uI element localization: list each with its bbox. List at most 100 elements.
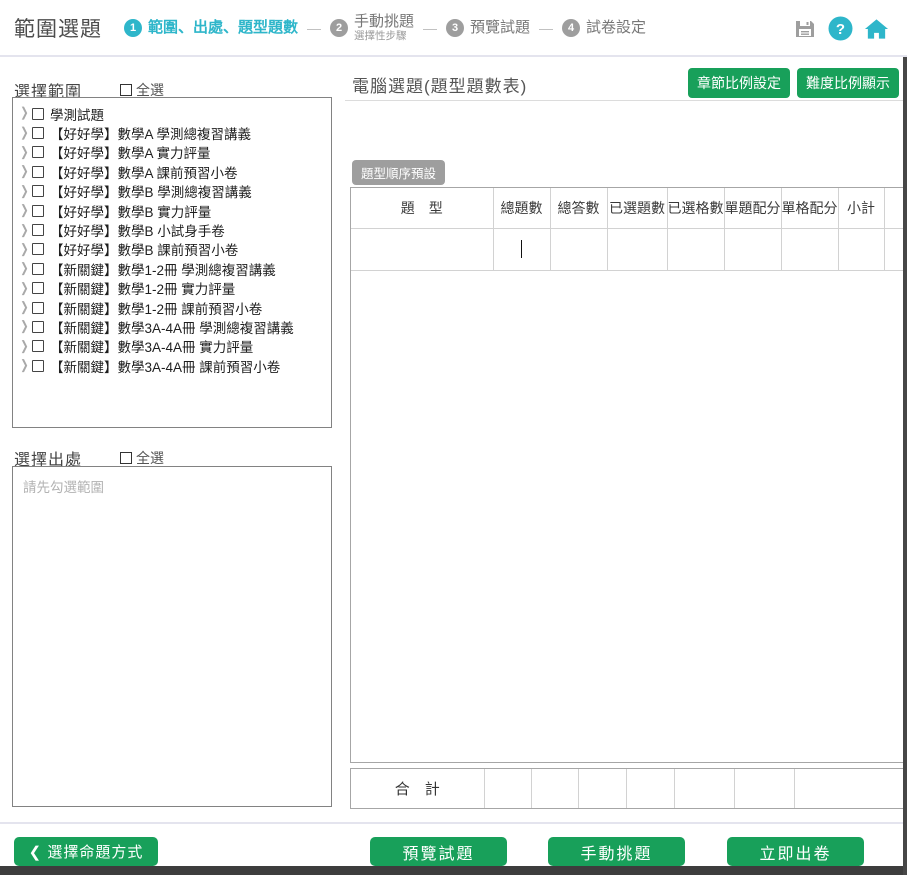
item-checkbox[interactable]: [32, 340, 44, 352]
tree-item[interactable]: ❯ 【好好學】數學A 學測總複習講義: [18, 123, 327, 142]
home-icon[interactable]: [864, 16, 889, 41]
step-sublabel: 選擇性步驟: [354, 30, 414, 42]
column-header: 已選題數: [607, 188, 667, 228]
total-row: 合 計: [351, 769, 906, 808]
tree-item[interactable]: ❯ 【好好學】數學B 小試身手卷: [18, 220, 327, 239]
total-cell: [578, 769, 626, 808]
wizard-step-4[interactable]: 4試卷設定: [562, 19, 646, 37]
tree-item[interactable]: ❯ 【好好學】數學A 實力評量: [18, 143, 327, 162]
preview-questions-button[interactable]: 預覽試題: [370, 837, 507, 866]
help-icon[interactable]: ?: [828, 16, 853, 41]
table-cell[interactable]: [607, 228, 667, 270]
wizard-step-1[interactable]: 1範圍、出處、題型題數: [124, 19, 298, 37]
difficulty-ratio-button[interactable]: 難度比例顯示: [797, 68, 899, 98]
column-header: 總題數: [493, 188, 550, 228]
computer-selection-title: 電腦選題(題型題數表): [352, 72, 527, 97]
table-empty-row: [351, 228, 906, 270]
chevron-right-icon[interactable]: ❯: [18, 281, 31, 295]
table-cell[interactable]: [667, 228, 724, 270]
generate-paper-button[interactable]: 立即出卷: [727, 837, 864, 866]
chevron-right-icon[interactable]: ❯: [18, 223, 31, 237]
tree-item[interactable]: ❯ 【新關鍵】數學1-2冊 學測總複習講義: [18, 259, 327, 278]
chevron-right-icon[interactable]: ❯: [18, 300, 31, 314]
chevron-right-icon[interactable]: ❯: [18, 262, 31, 276]
item-label: 【新關鍵】數學1-2冊 學測總複習講義: [50, 259, 276, 279]
item-checkbox[interactable]: [32, 127, 44, 139]
item-label: 【新關鍵】數學1-2冊 實力評量: [50, 278, 235, 298]
item-label: 【好好學】數學B 實力評量: [50, 201, 211, 221]
chevron-right-icon[interactable]: ❯: [18, 339, 31, 353]
step-labels: 預覽試題: [470, 19, 530, 36]
panel-divider: [345, 100, 903, 101]
step-separator: —: [539, 20, 553, 36]
step-separator: —: [423, 20, 437, 36]
chevron-right-icon[interactable]: ❯: [18, 126, 31, 140]
step-label: 試卷設定: [586, 19, 646, 36]
total-cell: [794, 769, 906, 808]
tree-item[interactable]: ❯ 【好好學】數學A 課前預習小卷: [18, 162, 327, 181]
chevron-right-icon[interactable]: ❯: [18, 203, 31, 217]
table-cell[interactable]: [493, 228, 550, 270]
table-cell[interactable]: [781, 228, 838, 270]
chevron-left-icon: ❮: [29, 844, 43, 861]
item-checkbox[interactable]: [32, 321, 44, 333]
item-checkbox[interactable]: [32, 263, 44, 275]
tree-item[interactable]: ❯ 【新關鍵】數學1-2冊 實力評量: [18, 279, 327, 298]
item-checkbox[interactable]: [32, 205, 44, 217]
save-icon[interactable]: [792, 16, 817, 41]
item-checkbox[interactable]: [32, 166, 44, 178]
text-caret: [521, 240, 523, 258]
footer-bar: ❮ 選擇命題方式 預覽試題 手動挑題 立即出卷: [0, 822, 907, 866]
step-labels: 手動挑題選擇性步驟: [354, 13, 414, 42]
type-order-default-button[interactable]: 題型順序預設: [352, 160, 445, 185]
table-filler: [351, 270, 906, 760]
item-checkbox[interactable]: [32, 243, 44, 255]
item-checkbox[interactable]: [32, 302, 44, 314]
table-cell[interactable]: [550, 228, 607, 270]
item-checkbox[interactable]: [32, 282, 44, 294]
step-labels: 範圍、出處、題型題數: [148, 19, 298, 36]
chevron-right-icon[interactable]: ❯: [18, 242, 31, 256]
tree-item[interactable]: ❯ 【好好學】數學B 課前預習小卷: [18, 240, 327, 259]
item-label: 【新關鍵】數學3A-4A冊 學測總複習講義: [50, 317, 294, 337]
item-checkbox[interactable]: [32, 108, 44, 120]
item-checkbox[interactable]: [32, 185, 44, 197]
chapter-ratio-button[interactable]: 章節比例設定: [688, 68, 790, 98]
total-label: 合 計: [351, 769, 484, 808]
page-title: 範圍選題: [14, 13, 102, 43]
chevron-right-icon[interactable]: ❯: [18, 184, 31, 198]
source-select-all[interactable]: 全選: [120, 448, 164, 468]
back-button[interactable]: ❮ 選擇命題方式: [14, 837, 158, 866]
item-label: 【好好學】數學A 實力評量: [50, 142, 211, 162]
tree-item[interactable]: ❯ 【新關鍵】數學3A-4A冊 實力評量: [18, 337, 327, 356]
table-cell[interactable]: [724, 228, 781, 270]
tree-item[interactable]: ❯ 【好好學】數學B 學測總複習講義: [18, 182, 327, 201]
column-header: 單題配分: [724, 188, 781, 228]
tree-item[interactable]: ❯ 學測試題: [18, 104, 327, 123]
table-cell[interactable]: [838, 228, 884, 270]
item-checkbox[interactable]: [32, 224, 44, 236]
column-header: 小計: [838, 188, 884, 228]
chevron-right-icon[interactable]: ❯: [18, 320, 31, 334]
tree-item[interactable]: ❯ 【新關鍵】數學1-2冊 課前預習小卷: [18, 298, 327, 317]
topbar-icons: ?: [792, 0, 889, 57]
tree-item[interactable]: ❯ 【新關鍵】數學3A-4A冊 課前預習小卷: [18, 356, 327, 375]
item-label: 【新關鍵】數學3A-4A冊 實力評量: [50, 336, 253, 356]
table-header-row: 題 型總題數總答數已選題數已選格數單題配分單格配分小計: [351, 188, 906, 228]
table-cell[interactable]: [351, 228, 493, 270]
item-checkbox[interactable]: [32, 146, 44, 158]
source-select-all-checkbox[interactable]: [120, 452, 132, 464]
chevron-right-icon[interactable]: ❯: [18, 359, 31, 373]
manual-pick-button[interactable]: 手動挑題: [548, 837, 685, 866]
wizard-step-3[interactable]: 3預覽試題: [446, 19, 530, 37]
item-checkbox[interactable]: [32, 360, 44, 372]
column-header: 題 型: [351, 188, 493, 228]
tree-item[interactable]: ❯ 【新關鍵】數學3A-4A冊 學測總複習講義: [18, 317, 327, 336]
range-select-all-checkbox[interactable]: [120, 84, 132, 96]
chevron-right-icon[interactable]: ❯: [18, 145, 31, 159]
chevron-right-icon[interactable]: ❯: [18, 165, 31, 179]
source-placeholder: 請先勾選範圍: [13, 467, 331, 505]
chevron-right-icon[interactable]: ❯: [18, 107, 31, 121]
wizard-step-2[interactable]: 2手動挑題選擇性步驟: [330, 13, 414, 42]
tree-item[interactable]: ❯ 【好好學】數學B 實力評量: [18, 201, 327, 220]
